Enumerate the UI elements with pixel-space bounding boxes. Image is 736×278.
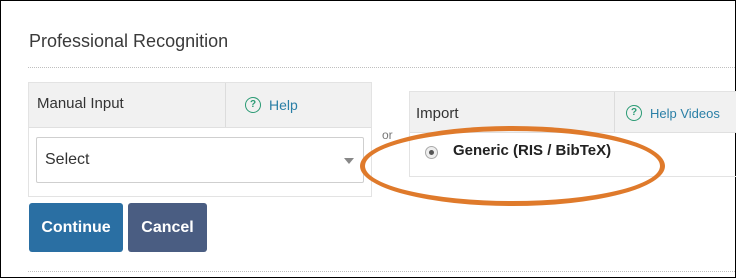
manual-input-header: Manual Input ? Help (29, 83, 371, 128)
select-value: Select (45, 151, 90, 168)
header-divider (614, 92, 615, 132)
import-label: Import (416, 105, 459, 122)
divider-bottom (28, 271, 735, 272)
help-circle-icon: ? (245, 97, 261, 113)
generic-import-label[interactable]: Generic (RIS / BibTeX) (453, 142, 611, 159)
help-link[interactable]: ? Help (245, 97, 298, 113)
generic-import-radio[interactable] (425, 146, 438, 159)
continue-button[interactable]: Continue (29, 203, 123, 252)
section-title: Professional Recognition (29, 31, 229, 51)
header-divider (225, 83, 226, 127)
help-videos-link[interactable]: ? Help Videos (626, 105, 720, 121)
chevron-down-icon (344, 158, 354, 164)
cancel-button[interactable]: Cancel (128, 203, 207, 252)
help-videos-label: Help Videos (650, 105, 720, 121)
help-circle-icon: ? (626, 105, 642, 121)
import-header: Import ? Help Videos (410, 92, 736, 133)
manual-input-select[interactable]: Select (36, 137, 364, 183)
manual-input-panel: Manual Input ? Help Select (28, 82, 372, 197)
import-panel: Import ? Help Videos Generic (RIS / BibT… (409, 91, 736, 177)
professional-recognition-panel: Professional Recognition Manual Input ? … (0, 0, 736, 278)
manual-input-label: Manual Input (37, 95, 124, 112)
or-separator: or (382, 128, 393, 142)
divider-top (28, 67, 735, 68)
help-link-label: Help (269, 97, 298, 113)
